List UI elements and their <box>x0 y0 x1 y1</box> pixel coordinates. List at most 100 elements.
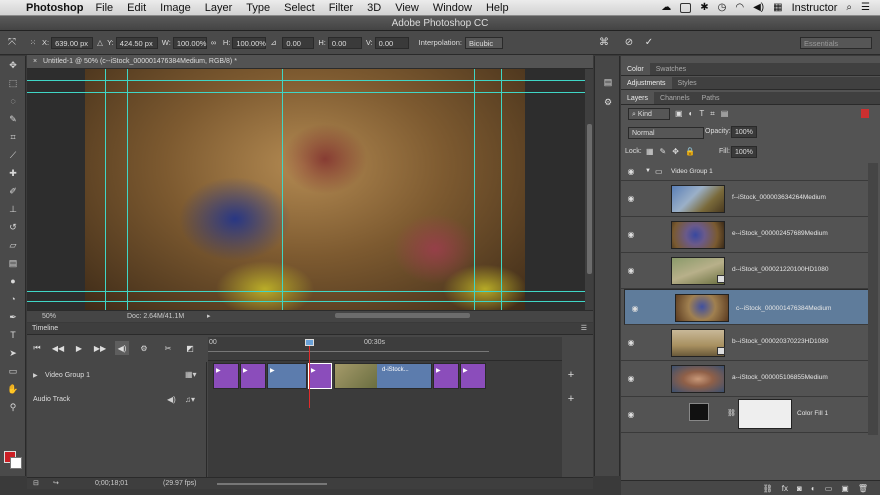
status-arrow-icon[interactable]: ▸ <box>207 311 211 322</box>
menu-edit[interactable]: Edit <box>127 2 146 14</box>
shape-icon[interactable]: ▭ <box>0 362 26 380</box>
tab-layers[interactable]: Layers <box>621 92 655 104</box>
blend-mode-select[interactable]: Normal <box>628 127 704 139</box>
move-tool-options-icon[interactable]: ⤧ <box>0 37 24 48</box>
opacity-input[interactable]: 100% <box>731 126 757 138</box>
visibility-eye-icon[interactable]: ◉ <box>625 338 637 348</box>
new-group-icon[interactable]: ▭ <box>825 484 833 493</box>
timeline-clip-selected[interactable]: ▶ <box>308 363 332 389</box>
new-layer-icon[interactable]: ▣ <box>841 484 849 493</box>
visibility-eye-icon[interactable]: ◉ <box>625 374 637 384</box>
guide-vertical[interactable] <box>501 69 502 310</box>
visibility-eye-icon[interactable]: ◉ <box>625 167 637 177</box>
height-input[interactable]: 100.00% <box>232 36 267 49</box>
guide-horizontal[interactable] <box>27 92 585 93</box>
warp-icon[interactable]: ⌘ <box>589 37 619 48</box>
zoom-icon[interactable]: ⚲ <box>0 398 26 416</box>
spotlight-icon[interactable]: ⌕ <box>846 2 852 13</box>
layer-row[interactable]: ◉ b--iStock_000020370223HD1080 <box>621 325 868 361</box>
timeline-clip[interactable]: ▶ <box>433 363 459 389</box>
visibility-eye-icon[interactable]: ◉ <box>625 410 637 420</box>
split-scissors-icon[interactable]: ✂ <box>161 341 175 355</box>
layers-scrollbar[interactable] <box>868 163 878 435</box>
playhead-handle[interactable] <box>305 339 314 346</box>
layer-row[interactable]: ◉ e--iStock_000002457689Medium <box>621 217 868 253</box>
crop-icon[interactable]: ⌗ <box>0 128 26 146</box>
guide-horizontal[interactable] <box>27 80 585 81</box>
link-icon[interactable]: ∞ <box>211 38 223 47</box>
music-note-icon[interactable]: ♫▾ <box>185 395 195 404</box>
guide-vertical[interactable] <box>127 69 128 310</box>
x-input[interactable]: 639.00 px <box>51 36 94 49</box>
timeline-clip[interactable]: ▶ <box>460 363 486 389</box>
canvas-horizontal-scroll-thumb[interactable] <box>335 313 470 318</box>
tab-styles[interactable]: Styles <box>672 77 703 89</box>
lock-icons[interactable]: ▦✎✥🔒 <box>646 147 701 156</box>
layer-filter-kind-select[interactable]: ⌕ Kind <box>628 108 670 120</box>
layer-row[interactable]: ◉ f--iStock_000003634264Medium <box>621 181 868 217</box>
layer-row-selected[interactable]: ◉ c--iStock_000001476384Medium <box>624 289 871 325</box>
menu-filter[interactable]: Filter <box>329 2 353 14</box>
creative-cloud-icon[interactable]: ☁ <box>661 2 671 13</box>
quick-select-icon[interactable]: ✎ <box>0 110 26 128</box>
path-select-icon[interactable]: ➤ <box>0 344 26 362</box>
layer-row[interactable]: ◉ a--iStock_000005106855Medium <box>621 361 868 397</box>
previous-frame-icon[interactable]: ◀◀ <box>51 341 65 355</box>
stamp-icon[interactable]: ⊥ <box>0 200 26 218</box>
visibility-eye-icon[interactable]: ◉ <box>625 230 637 240</box>
reference-point-icon[interactable]: ⁙ <box>24 38 42 47</box>
menu-file[interactable]: File <box>95 2 113 14</box>
move-tool-icon[interactable]: ✥ <box>0 56 26 74</box>
add-audio-button[interactable]: + <box>565 393 577 405</box>
mask-link-icon[interactable]: ⛓ <box>727 409 736 417</box>
tab-adjustments[interactable]: Adjustments <box>621 77 672 89</box>
hskew-input[interactable]: 0.00 <box>327 36 362 49</box>
type-icon[interactable]: T <box>0 326 26 344</box>
vskew-input[interactable]: 0.00 <box>374 36 409 49</box>
commit-transform-icon[interactable]: ✓ <box>639 37 659 48</box>
eraser-icon[interactable]: ▱ <box>0 236 26 254</box>
wifi-icon[interactable]: ◠ <box>735 2 744 13</box>
keyboard-icon[interactable]: ▦ <box>773 2 782 13</box>
blur-icon[interactable]: ● <box>0 272 26 290</box>
next-frame-icon[interactable]: ▶▶ <box>93 341 107 355</box>
render-icon[interactable]: ⊟ <box>33 478 39 489</box>
tab-channels[interactable]: Channels <box>654 92 696 104</box>
menu-image[interactable]: Image <box>160 2 191 14</box>
notifications-icon[interactable]: ☰ <box>861 2 870 13</box>
pen-icon[interactable]: ✒ <box>0 308 26 326</box>
timeline-clip[interactable]: ▶ <box>213 363 239 389</box>
zoom-level[interactable]: 50% <box>42 311 56 322</box>
video-group-track-name[interactable]: Video Group 1 <box>45 372 90 379</box>
expand-group-icon[interactable]: ▶ <box>33 372 38 379</box>
tab-swatches[interactable]: Swatches <box>650 63 692 75</box>
trash-icon[interactable]: 🗑 <box>858 484 868 493</box>
history-brush-icon[interactable]: ↺ <box>0 218 26 236</box>
group-expand-icon[interactable]: ▼ <box>645 168 651 174</box>
tab-color[interactable]: Color <box>621 63 650 75</box>
document-tab[interactable]: × Untitled-1 @ 50% (c--iStock_0000014763… <box>27 55 593 69</box>
menu-view[interactable]: View <box>395 2 419 14</box>
y-input[interactable]: 424.50 px <box>115 36 158 49</box>
layer-filter-icons[interactable]: ▣◐T⌗▤ <box>675 109 734 119</box>
angle-input[interactable]: 0.00 <box>282 36 315 49</box>
menu-window[interactable]: Window <box>433 2 472 14</box>
cancel-transform-icon[interactable]: ⊘ <box>619 37 639 48</box>
play-icon[interactable]: ▶ <box>72 341 86 355</box>
eyedropper-icon[interactable]: ⟋ <box>0 146 26 164</box>
layer-row[interactable]: ◉ ⛓ Color Fill 1 <box>621 397 868 433</box>
canvas-area[interactable] <box>27 69 585 310</box>
convert-icon[interactable]: ↪ <box>53 478 59 489</box>
audio-volume-icon[interactable]: ◀) <box>167 395 176 404</box>
fill-input[interactable]: 100% <box>731 146 757 158</box>
volume-icon[interactable]: ◀) <box>753 2 764 13</box>
workspace-select[interactable]: Essentials <box>800 36 872 49</box>
menu-help[interactable]: Help <box>486 2 509 14</box>
guide-vertical[interactable] <box>105 69 106 310</box>
user-name[interactable]: Instructor <box>792 2 838 14</box>
timeline-menu-icon[interactable]: ☰ <box>581 323 587 335</box>
adjustment-layer-icon[interactable]: ◐ <box>811 484 816 493</box>
add-mask-icon[interactable]: ◙ <box>797 484 802 493</box>
bluetooth-icon[interactable]: ✱ <box>700 2 708 13</box>
film-strip-icon[interactable]: ▦▾ <box>185 370 197 379</box>
